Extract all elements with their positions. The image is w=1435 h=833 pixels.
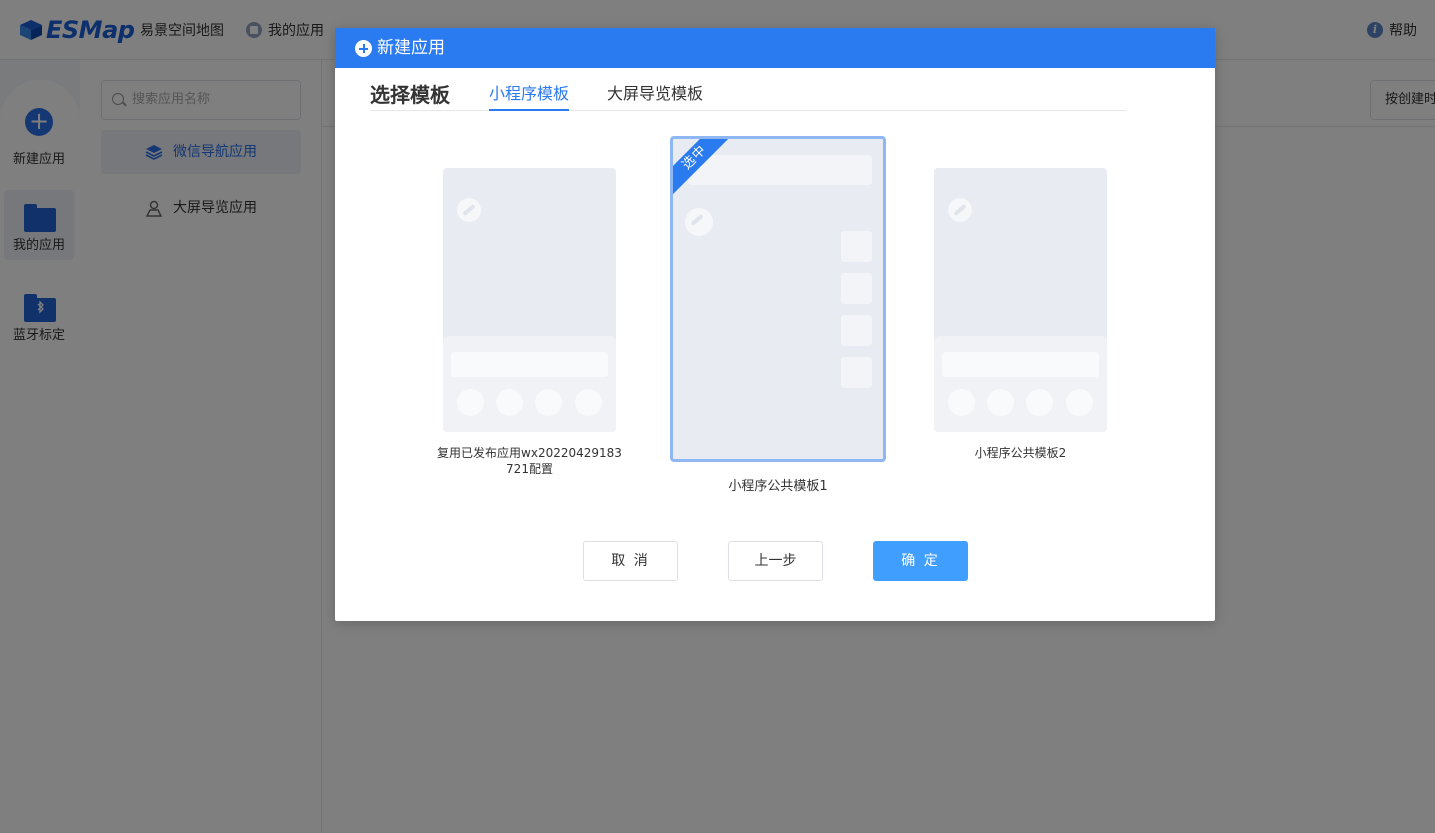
template-caption: 小程序公共模板1 (728, 479, 828, 494)
template-tabs: 选择模板 小程序模板 大屏导览模板 (370, 68, 1127, 111)
preview-dot (987, 389, 1014, 416)
cancel-button[interactable]: 取 消 (583, 541, 678, 581)
caption-line: 721配置 (506, 462, 553, 476)
new-app-dialog: 新建应用 选择模板 小程序模板 大屏导览模板 复用已发布应用wx20220429… (335, 28, 1215, 621)
preview-side-button (841, 273, 872, 304)
preview-dot (535, 389, 562, 416)
preview-dot (496, 389, 523, 416)
compass-icon (948, 198, 972, 222)
preview-search-bar (942, 352, 1099, 377)
caption-line: 复用已发布应用wx20220429183 (437, 446, 622, 460)
preview-bottom-panel (443, 336, 616, 432)
preview-side-button (841, 357, 872, 388)
preview-dot (457, 389, 484, 416)
dialog-title: 新建应用 (377, 38, 445, 58)
preview-dot (1066, 389, 1093, 416)
previous-step-button[interactable]: 上一步 (728, 541, 823, 581)
selected-ribbon: 选中 (673, 139, 730, 196)
template-caption: 复用已发布应用wx20220429183 721配置 (435, 445, 624, 477)
preview-dot (948, 389, 975, 416)
section-title: 选择模板 (370, 83, 450, 107)
tab-miniprogram-template[interactable]: 小程序模板 (489, 80, 570, 111)
template-card-public-1[interactable]: 选中 (670, 136, 886, 462)
confirm-button[interactable]: 确 定 (873, 541, 968, 581)
selected-ribbon-label: 选中 (673, 139, 730, 196)
compass-icon (457, 198, 481, 222)
preview-bottom-panel (934, 336, 1107, 432)
preview-dot (1026, 389, 1053, 416)
preview-dot (575, 389, 602, 416)
template-caption: 小程序公共模板2 (974, 446, 1067, 460)
preview-side-button (841, 231, 872, 262)
dialog-header: 新建应用 (335, 28, 1215, 68)
preview-side-button (841, 315, 872, 346)
template-card-public-2[interactable] (934, 168, 1107, 432)
template-card-reuse[interactable] (443, 168, 616, 432)
preview-search-bar (451, 352, 608, 377)
compass-icon (685, 208, 713, 236)
tab-bigscreen-template[interactable]: 大屏导览模板 (607, 80, 703, 111)
plus-circle-icon (355, 40, 372, 57)
